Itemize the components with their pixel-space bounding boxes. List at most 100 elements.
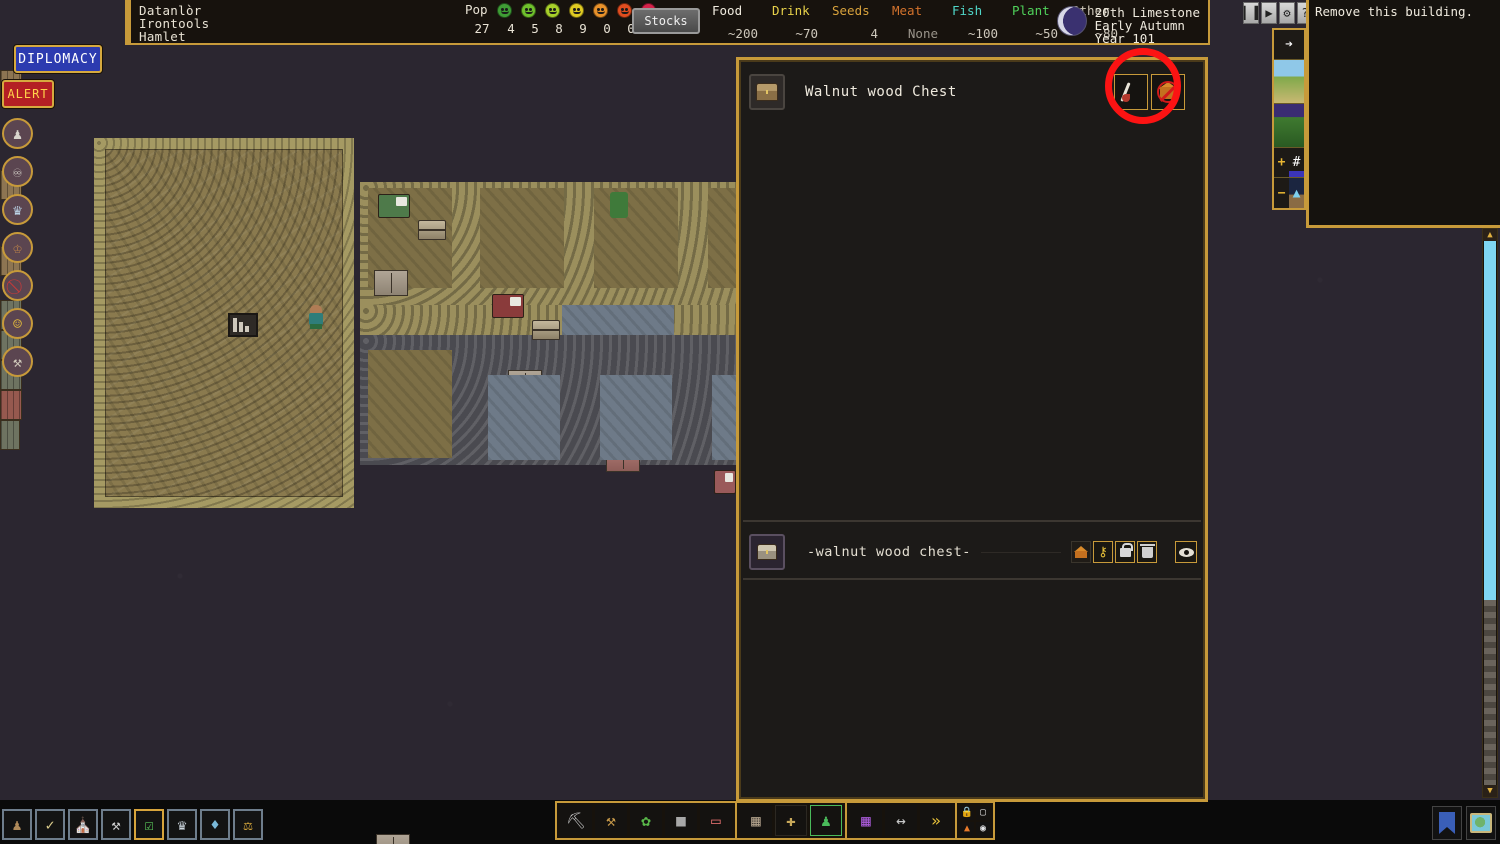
mood-count-0: 4 xyxy=(507,21,515,36)
world-map-button[interactable] xyxy=(1466,806,1496,840)
forbid-tool[interactable]: 🔒 xyxy=(960,805,974,820)
game-speed-controls: ▎▐ ▶ ⚙ ? xyxy=(1243,2,1313,24)
play-button[interactable]: ▶ xyxy=(1261,2,1277,24)
cabinet[interactable] xyxy=(376,834,410,844)
panel-contents-area[interactable] xyxy=(743,122,1201,520)
hide-tool[interactable]: ◉ xyxy=(976,821,990,836)
item-label: -walnut wood chest- xyxy=(807,544,971,560)
calendar-section: 20th Limestone Early Autumn Year 101 xyxy=(1056,3,1200,46)
diplomacy-button[interactable]: DIPLOMACY xyxy=(14,45,102,73)
good-meat-value: None xyxy=(907,26,938,41)
z-level-down-button[interactable]: ▼ xyxy=(1483,785,1497,797)
key-icon: ⚷ xyxy=(1098,544,1108,560)
cancel-dig-icon[interactable]: ➔ xyxy=(1274,30,1304,60)
erase-tool[interactable]: ▭ xyxy=(700,805,732,836)
citizens-tab[interactable]: ♟ xyxy=(2,809,32,840)
chest[interactable] xyxy=(532,320,560,340)
forbid-icon[interactable]: ⃠ xyxy=(2,270,33,301)
mood-face-content xyxy=(545,3,560,18)
justice-tab[interactable]: ⚖ xyxy=(233,809,263,840)
tavern-icon[interactable]: ♾ xyxy=(2,156,33,187)
bed[interactable] xyxy=(492,294,524,318)
z-level-up-button[interactable]: ▲ xyxy=(1483,229,1497,241)
panel-divider xyxy=(743,520,1201,522)
melt-tool[interactable]: ▲ xyxy=(960,821,974,836)
mood-face-happy xyxy=(521,3,536,18)
mine-tool[interactable]: ⛏ xyxy=(560,805,592,836)
view-item-button[interactable] xyxy=(1175,541,1197,563)
artifacts-tab[interactable]: ♦ xyxy=(200,809,230,840)
nobles-tab[interactable]: ♛ xyxy=(167,809,197,840)
announcements-button[interactable] xyxy=(1432,806,1462,840)
more-tools[interactable]: » xyxy=(920,805,952,836)
build-tool[interactable]: ▦ xyxy=(740,805,772,836)
mood-count-3: 9 xyxy=(579,21,587,36)
good-meat: Meat None xyxy=(892,0,952,40)
tasks-tab[interactable]: ✓ xyxy=(35,809,65,840)
alert-button[interactable]: ALERT xyxy=(2,80,54,108)
zoom-out-icon[interactable]: − xyxy=(1274,178,1289,208)
labor-tab[interactable]: ☑ xyxy=(134,809,164,840)
cabinet[interactable] xyxy=(374,270,408,296)
vegetation-view-icon[interactable] xyxy=(1274,104,1304,148)
bed[interactable] xyxy=(714,470,736,494)
banner-icon xyxy=(1439,812,1455,834)
chop-trees-tool[interactable]: ⚒ xyxy=(595,805,627,836)
mood-count-2: 8 xyxy=(555,21,563,36)
item-action-grid: 🔒 ▢ ▲ ◉ xyxy=(960,805,990,836)
unit-tool[interactable]: ♟ xyxy=(810,805,842,836)
house-icon xyxy=(1074,546,1088,558)
pause-button[interactable]: ▎▐ xyxy=(1243,2,1259,24)
list-item[interactable]: -walnut wood chest- ⚷ xyxy=(747,530,1197,574)
stocks-button[interactable]: Stocks xyxy=(632,8,700,34)
zone-group: ▦ ↔ » xyxy=(847,803,957,838)
designation-group: ⛏ ⚒ ✿ ■ ▭ xyxy=(557,803,737,838)
workshop-tool[interactable]: ✚ xyxy=(775,805,807,836)
good-fish-value: ~100 xyxy=(967,26,998,41)
good-seeds: Seeds 4 xyxy=(832,0,892,40)
nobles-icon[interactable]: ♛ xyxy=(2,194,33,225)
dump-button[interactable] xyxy=(1137,541,1157,563)
labor-icon[interactable]: ⚒ xyxy=(2,346,33,377)
row-separator xyxy=(980,551,1061,553)
surface-view-icon[interactable] xyxy=(1274,60,1304,104)
grid-toggle-icon[interactable]: # xyxy=(1289,148,1304,178)
good-fish-label: Fish xyxy=(952,3,983,18)
settings-gear-icon[interactable]: ⚙ xyxy=(1279,2,1295,24)
hauling-routes-tool[interactable]: ↔ xyxy=(885,805,917,836)
map-view-sidebar: ➔ + # − ▲ xyxy=(1272,28,1306,210)
inspect-button[interactable]: ⚷ xyxy=(1093,541,1113,563)
z-level-scrollbar[interactable]: ▲ ▼ xyxy=(1482,228,1498,798)
assign-to-building-button[interactable] xyxy=(1071,541,1091,563)
panel-lower-area[interactable] xyxy=(743,578,1201,795)
forbid-button[interactable] xyxy=(1115,541,1135,563)
zoom-in-icon[interactable]: + xyxy=(1274,148,1289,178)
z-level-rock xyxy=(1484,600,1496,785)
dump-tool[interactable]: ▢ xyxy=(976,805,990,820)
page-title: Walnut wood Chest xyxy=(805,84,957,100)
dwarf-unit[interactable] xyxy=(307,305,325,329)
work-orders-tab[interactable]: ⚒ xyxy=(101,809,131,840)
citizens-icon[interactable]: ♟ xyxy=(2,118,33,149)
smooth-stone-tool[interactable]: ■ xyxy=(665,805,697,836)
bottom-right-toolbar xyxy=(1432,806,1496,840)
mood-icon[interactable]: ☺ xyxy=(2,308,33,339)
calendar-text: 20th Limestone Early Autumn Year 101 xyxy=(1094,5,1200,46)
bedroom-floor xyxy=(368,350,452,458)
good-food-label: Food xyxy=(712,3,743,18)
build-group: ▦ ✚ ♟ xyxy=(737,803,847,838)
animals-icon[interactable]: ♔ xyxy=(2,232,33,263)
map-stairs-object[interactable] xyxy=(228,313,258,337)
z-level-track[interactable] xyxy=(1484,241,1496,785)
z-level-fill xyxy=(1484,241,1496,601)
tooltip-text: Remove this building. xyxy=(1315,4,1474,19)
bed[interactable] xyxy=(378,194,410,218)
buildings-tab[interactable]: ⛪ xyxy=(68,809,98,840)
bottom-center-toolbar: ⛏ ⚒ ✿ ■ ▭ ▦ ✚ ♟ ▦ ↔ » 🔒 ▢ ▲ ◉ xyxy=(555,801,995,840)
moon-phase-icon xyxy=(1056,6,1087,36)
chest[interactable] xyxy=(418,220,446,240)
water-view-icon[interactable]: ▲ xyxy=(1289,178,1304,208)
gather-plants-tool[interactable]: ✿ xyxy=(630,805,662,836)
map-unit-goblin[interactable] xyxy=(610,192,628,218)
stockpile-tool[interactable]: ▦ xyxy=(850,805,882,836)
